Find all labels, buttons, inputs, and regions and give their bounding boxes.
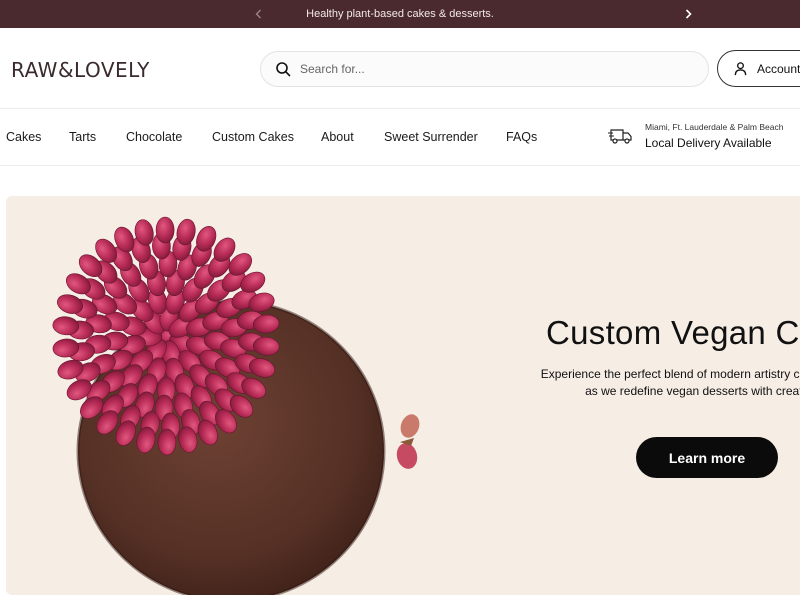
chevron-left-icon bbox=[255, 9, 261, 19]
chevron-right-icon bbox=[685, 9, 692, 19]
account-label: Account bbox=[757, 61, 800, 76]
nav-item-cakes[interactable]: Cakes bbox=[6, 130, 41, 144]
site-header: RAW&LOVELY Account bbox=[0, 28, 800, 109]
hero-banner: Custom Vegan Ca Experience the perfect b… bbox=[6, 196, 800, 595]
announcement-next-button[interactable] bbox=[678, 0, 698, 28]
main-nav: Cakes Tarts Chocolate Custom Cakes About… bbox=[0, 109, 800, 166]
nav-item-sweet-surrender[interactable]: Sweet Surrender bbox=[384, 130, 478, 144]
delivery-areas: Miami, Ft. Lauderdale & Palm Beach bbox=[645, 122, 784, 132]
hero-description: Experience the perfect blend of modern a… bbox=[540, 367, 800, 398]
site-logo[interactable]: RAW&LOVELY bbox=[11, 58, 150, 82]
delivery-truck-icon bbox=[608, 129, 632, 144]
nav-item-custom-cakes[interactable]: Custom Cakes bbox=[212, 130, 294, 144]
hero-title: Custom Vegan Ca bbox=[546, 314, 800, 351]
announcement-text: Healthy plant-based cakes & desserts. bbox=[306, 8, 494, 20]
search-icon bbox=[276, 62, 291, 77]
user-icon bbox=[734, 62, 747, 76]
announcement-prev-button[interactable] bbox=[249, 0, 269, 28]
account-button[interactable]: Account bbox=[717, 50, 800, 87]
nav-item-chocolate[interactable]: Chocolate bbox=[126, 130, 182, 144]
nav-item-faqs[interactable]: FAQs bbox=[506, 130, 537, 144]
search-bar[interactable] bbox=[260, 51, 709, 87]
learn-more-button[interactable]: Learn more bbox=[636, 437, 778, 478]
nav-item-about[interactable]: About bbox=[321, 130, 354, 144]
announcement-bar: Healthy plant-based cakes & desserts. bbox=[0, 0, 800, 28]
search-input[interactable] bbox=[300, 62, 680, 76]
hero-cake-image bbox=[52, 216, 420, 595]
delivery-info: Miami, Ft. Lauderdale & Palm Beach Local… bbox=[608, 122, 783, 150]
nav-item-tarts[interactable]: Tarts bbox=[69, 130, 96, 144]
delivery-label: Local Delivery Available bbox=[645, 136, 772, 150]
